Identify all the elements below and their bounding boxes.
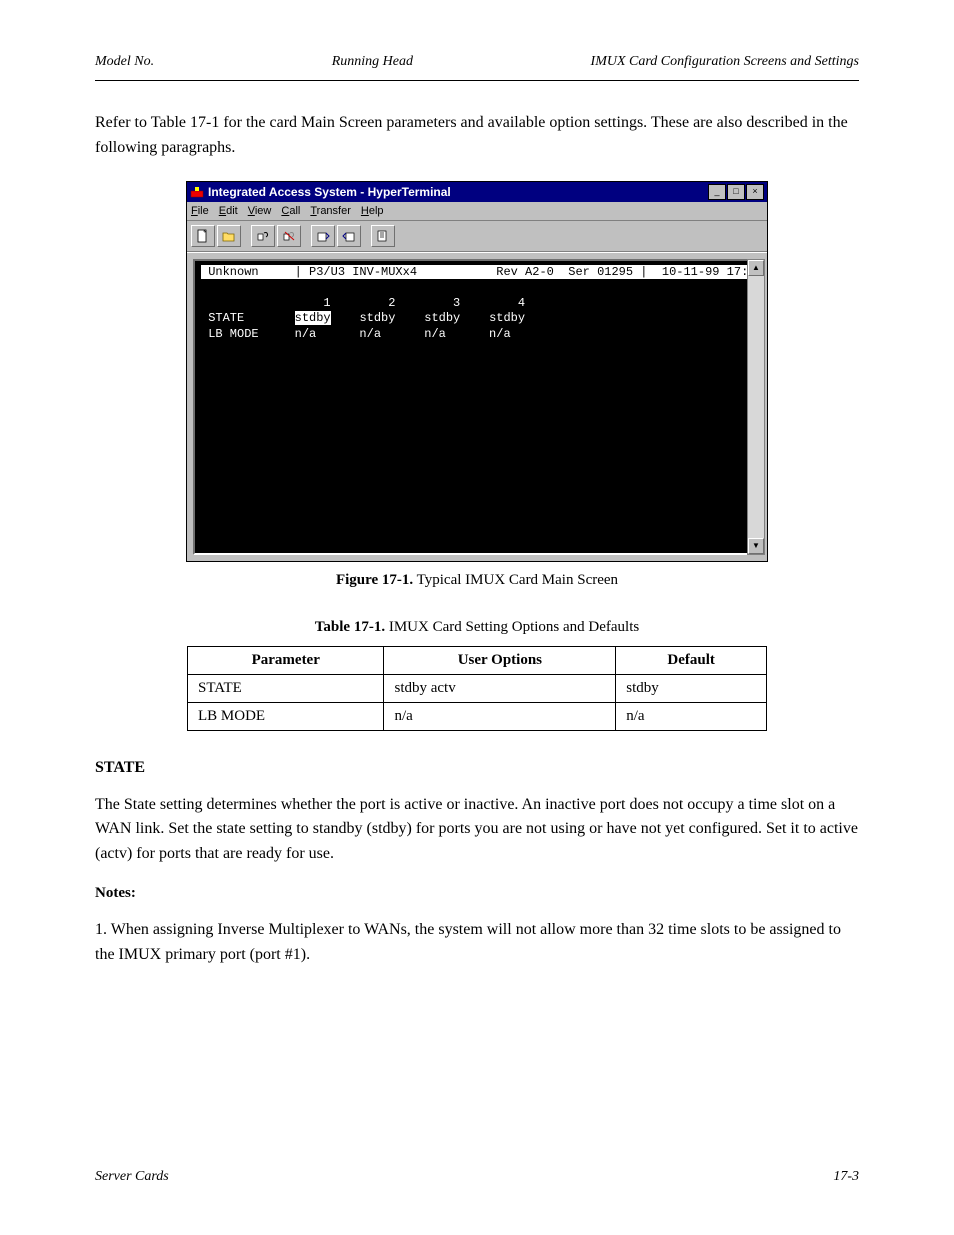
notes-heading: Notes:: [95, 885, 859, 902]
col-options: User Options: [384, 646, 616, 674]
options-table: Parameter User Options Default STATEstdb…: [187, 646, 767, 731]
header-center: Running Head: [332, 54, 413, 70]
properties-icon[interactable]: [371, 225, 395, 247]
menubar: File Edit View Call Transfer Help: [187, 202, 767, 221]
maximize-button[interactable]: □: [727, 184, 745, 200]
titlebar: Integrated Access System - HyperTerminal…: [187, 182, 767, 202]
header-left: Model No.: [95, 54, 154, 70]
app-icon: [190, 185, 204, 199]
menu-file[interactable]: File: [191, 205, 209, 217]
window-buttons: _ □ ×: [707, 184, 764, 200]
intro-paragraph: Refer to Table 17-1 for the card Main Sc…: [95, 111, 859, 161]
menu-help[interactable]: Help: [361, 205, 384, 217]
figure-caption: Figure 17-1. Typical IMUX Card Main Scre…: [95, 572, 859, 589]
scrollbar[interactable]: ▲ ▼: [747, 259, 765, 555]
hyperterminal-window: Integrated Access System - HyperTerminal…: [186, 181, 768, 562]
menu-transfer[interactable]: Transfer: [310, 205, 351, 217]
disconnect-icon[interactable]: [277, 225, 301, 247]
receive-icon[interactable]: [337, 225, 361, 247]
footer-left: Server Cards: [95, 1169, 169, 1185]
send-icon[interactable]: [311, 225, 335, 247]
toolbar: [187, 221, 767, 252]
scroll-up-icon[interactable]: ▲: [748, 260, 764, 276]
new-file-icon[interactable]: [191, 225, 215, 247]
note-1: 1. When assigning Inverse Multiplexer to…: [95, 918, 859, 968]
menu-call[interactable]: Call: [281, 205, 300, 217]
close-button[interactable]: ×: [746, 184, 764, 200]
menu-edit[interactable]: Edit: [219, 205, 238, 217]
state-heading: STATE: [95, 759, 859, 777]
col-default: Default: [616, 646, 767, 674]
terminal-screen[interactable]: Unknown | P3/U3 INV-MUXx4 Rev A2-0 Ser 0…: [193, 259, 761, 555]
open-file-icon[interactable]: [217, 225, 241, 247]
connect-icon[interactable]: [251, 225, 275, 247]
header-right: IMUX Card Configuration Screens and Sett…: [591, 54, 859, 70]
scroll-down-icon[interactable]: ▼: [748, 538, 764, 554]
table-row: LB MODEn/an/a: [188, 702, 767, 730]
table-row: STATEstdby actvstdby: [188, 674, 767, 702]
table-caption: Table 17-1. IMUX Card Setting Options an…: [95, 619, 859, 636]
minimize-button[interactable]: _: [708, 184, 726, 200]
state-description: The State setting determines whether the…: [95, 793, 859, 867]
footer-right: 17-3: [833, 1169, 859, 1185]
window-title: Integrated Access System - HyperTerminal: [204, 185, 707, 199]
col-parameter: Parameter: [188, 646, 384, 674]
terminal-client-area: Unknown | P3/U3 INV-MUXx4 Rev A2-0 Ser 0…: [187, 252, 767, 561]
menu-view[interactable]: View: [248, 205, 272, 217]
header-rule: [95, 80, 859, 81]
scroll-track[interactable]: [748, 276, 764, 538]
